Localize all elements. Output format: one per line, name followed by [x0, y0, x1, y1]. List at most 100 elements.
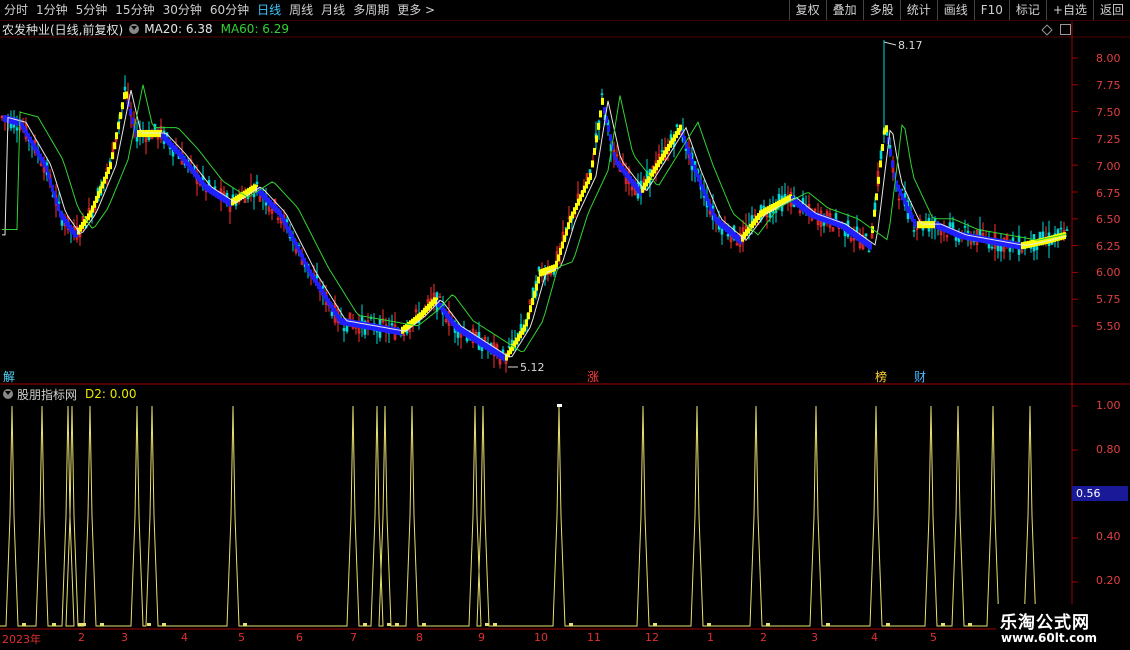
trend-ribbon-segment [875, 193, 878, 201]
indicator-dot [766, 623, 770, 626]
candle-body [213, 186, 217, 189]
trend-ribbon-segment [869, 242, 872, 250]
trend-ribbon-segment [599, 110, 602, 118]
indicator-dot [82, 623, 86, 626]
candle-body [342, 328, 346, 332]
trend-ribbon-segment [561, 241, 564, 249]
date-tick: 2 [78, 631, 85, 644]
date-tick: 5 [930, 631, 937, 644]
candle-body [888, 145, 892, 149]
indicator-dot [22, 623, 26, 626]
candle-body [948, 222, 952, 228]
indicator-dot [395, 623, 399, 626]
date-tick: 1 [707, 631, 714, 644]
trend-ribbon-segment [563, 235, 566, 243]
indicator-dropdown-icon[interactable] [3, 389, 13, 399]
event-marker-unlock[interactable]: 解 [2, 371, 16, 384]
candle-body [57, 201, 61, 204]
trend-ribbon-segment [603, 106, 606, 114]
candle-body [879, 150, 883, 160]
candle-body [951, 222, 955, 230]
trend-ribbon-segment [591, 160, 594, 168]
indicator-tick: 0.80 [1096, 443, 1121, 456]
price-tick: 6.75 [1096, 187, 1121, 200]
price-tick: 6.25 [1096, 240, 1121, 253]
trend-ribbon-segment [589, 172, 592, 180]
trend-ribbon-segment [119, 112, 122, 120]
price-tick: 7.50 [1096, 106, 1121, 119]
trend-ribbon-segment [567, 222, 570, 230]
indicator-dot [147, 623, 151, 626]
trend-ribbon-segment [531, 297, 534, 305]
trend-ribbon-segment [537, 276, 540, 284]
candle-body [1035, 246, 1039, 250]
price-tick: 6.00 [1096, 266, 1121, 279]
candle-body [390, 323, 394, 326]
date-tick: 2023年 [2, 633, 41, 646]
indicator-dot [363, 623, 367, 626]
indicator-dot [569, 623, 573, 626]
price-tick: 7.75 [1096, 79, 1121, 92]
indicator-dot [78, 623, 82, 626]
event-marker-finance[interactable]: 财 [913, 371, 927, 384]
trend-ribbon-segment [45, 165, 48, 173]
trend-ribbon-segment [565, 228, 568, 236]
price-tick: 5.50 [1096, 320, 1121, 333]
trend-ribbon-segment [111, 152, 114, 160]
indicator-dot [100, 623, 104, 626]
price-tick: 8.00 [1096, 52, 1121, 65]
trend-ribbon-segment [131, 117, 134, 125]
candle-body [15, 127, 19, 131]
trend-ribbon-segment [117, 122, 120, 130]
trend-ribbon-segment [607, 125, 610, 133]
event-marker-rise[interactable]: 涨 [586, 371, 600, 384]
trend-ribbon-segment [555, 260, 558, 268]
indicator-dot [886, 623, 890, 626]
trend-ribbon-segment [535, 283, 538, 291]
trend-ribbon-segment [891, 160, 894, 168]
price-tick: 7.25 [1096, 133, 1121, 146]
indicator-dot [52, 623, 56, 626]
date-tick: 9 [478, 631, 485, 644]
date-tick: 10 [534, 631, 548, 644]
kline-chart[interactable] [0, 0, 1130, 650]
trend-ribbon-segment [125, 91, 128, 99]
candle-body [123, 86, 127, 91]
trend-ribbon-segment [129, 108, 132, 116]
trend-ribbon-segment [533, 290, 536, 298]
date-tick: 11 [587, 631, 601, 644]
trend-ribbon-segment [529, 305, 532, 313]
indicator-dot [485, 623, 489, 626]
date-tick: 4 [181, 631, 188, 644]
price-tick: 7.00 [1096, 160, 1121, 173]
trend-ribbon-segment [57, 204, 60, 212]
event-marker-list[interactable]: 榜 [874, 371, 888, 384]
trend-ribbon-segment [109, 162, 112, 170]
candle-body [762, 205, 766, 209]
trend-ribbon-segment [595, 135, 598, 143]
date-tick: 3 [811, 631, 818, 644]
indicator-dot [243, 623, 247, 626]
candle-body [684, 148, 688, 151]
candle-body [675, 124, 679, 128]
indicator-dot [387, 623, 391, 626]
trend-ribbon-segment [121, 102, 124, 110]
trend-ribbon-segment [609, 134, 612, 142]
trend-ribbon-segment [525, 319, 528, 327]
candle-body [1059, 227, 1063, 230]
indicator-current-value: 0.56 [1072, 486, 1128, 501]
indicator-dot [826, 623, 830, 626]
candle-body [1065, 229, 1069, 231]
indicator-dot [941, 623, 945, 626]
indicator-peak-marker [557, 404, 562, 407]
indicator-tick: 0.20 [1096, 574, 1121, 587]
trend-ribbon-segment [527, 312, 530, 320]
watermark-title: 乐淘公式网 [1000, 613, 1090, 633]
indicator-d2-line [0, 405, 1072, 627]
date-tick: 7 [350, 631, 357, 644]
trend-ribbon-segment [881, 143, 884, 151]
trend-ribbon-segment [47, 171, 50, 179]
low-price-annotation: 5.12 [520, 361, 545, 374]
indicator-name[interactable]: 股朋指标网 [17, 386, 77, 403]
high-price-annotation: 8.17 [898, 39, 923, 52]
